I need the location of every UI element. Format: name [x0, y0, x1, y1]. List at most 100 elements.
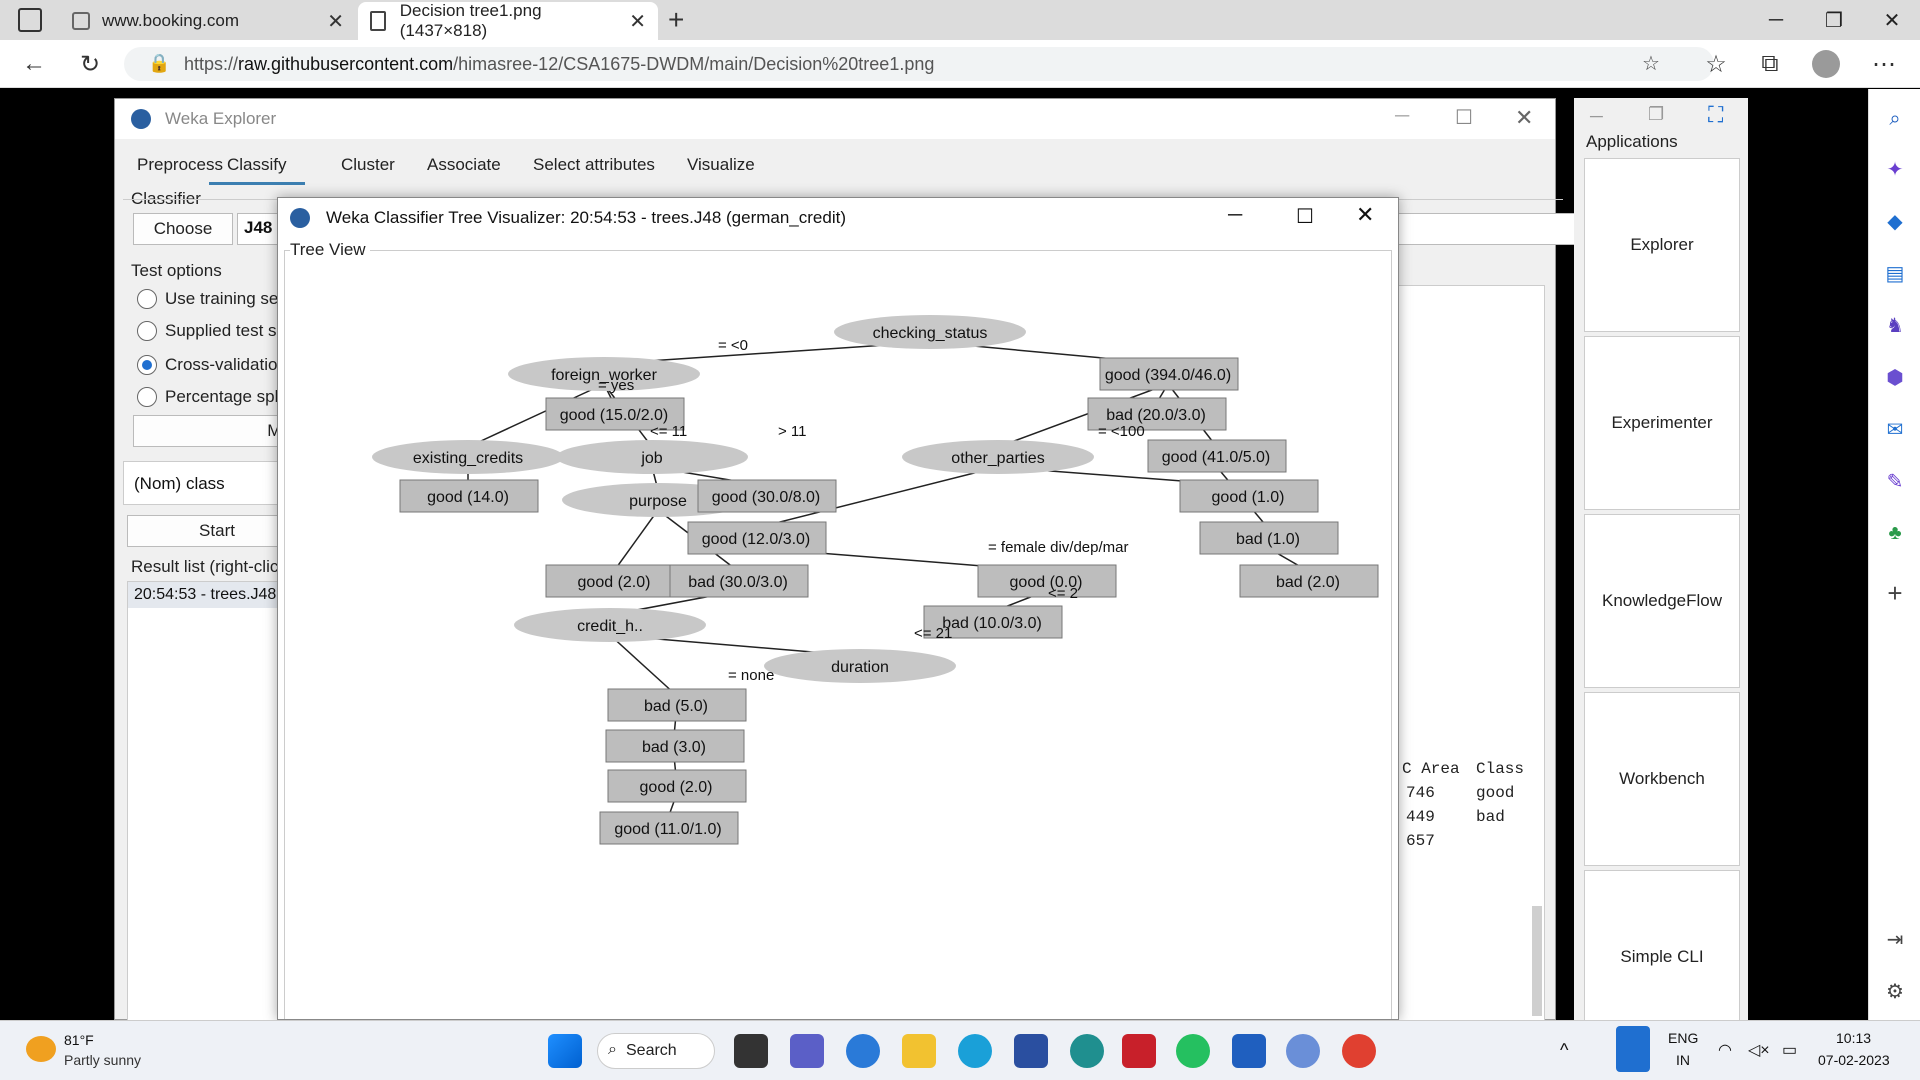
output-scrollbar[interactable]: [1532, 906, 1542, 1016]
tab-select-attributes[interactable]: Select attributes: [533, 155, 655, 185]
office-icon[interactable]: ⬢: [1880, 362, 1910, 392]
word-icon[interactable]: [1232, 1034, 1266, 1068]
workbench-button[interactable]: Workbench: [1584, 692, 1740, 866]
browser-tab-decision-tree[interactable]: Decision tree1.png (1437×818) ✕: [358, 1, 658, 40]
search-icon[interactable]: ⌕: [1880, 104, 1910, 134]
chevron-up-icon[interactable]: ^: [1560, 1040, 1568, 1061]
taskbar-search[interactable]: ⌕ Search: [597, 1033, 715, 1069]
tree-node-leaf[interactable]: good (12.0/3.0): [687, 521, 827, 555]
tree-node-leaf[interactable]: good (41.0/5.0): [1147, 439, 1287, 473]
start-icon[interactable]: [548, 1034, 582, 1068]
teams-icon[interactable]: [790, 1034, 824, 1068]
focus-icon[interactable]: ⛶: [1708, 102, 1723, 128]
tree-node-leaf[interactable]: bad (2.0): [1239, 564, 1379, 598]
profile-avatar[interactable]: [1812, 50, 1840, 78]
tree-node-leaf[interactable]: good (0.0): [977, 564, 1117, 598]
task-view-icon[interactable]: [734, 1034, 768, 1068]
close-tab-icon[interactable]: ✕: [327, 9, 344, 34]
radio-training-set[interactable]: [137, 289, 157, 309]
file-explorer-icon[interactable]: [902, 1034, 936, 1068]
edge-icon[interactable]: [958, 1034, 992, 1068]
mcafee-icon[interactable]: [1122, 1034, 1156, 1068]
explorer-button[interactable]: Explorer: [1584, 158, 1740, 332]
copilot-icon[interactable]: ✦: [1880, 154, 1910, 184]
tab-associate[interactable]: Associate: [427, 155, 501, 185]
choose-button[interactable]: Choose: [133, 213, 233, 245]
radio-percentage-split[interactable]: [137, 387, 157, 407]
close-window-icon[interactable]: ✕: [1864, 0, 1920, 40]
wifi-icon[interactable]: ◠: [1718, 1040, 1732, 1060]
tree-icon[interactable]: ♣: [1880, 518, 1910, 548]
close-icon[interactable]: ✕: [1515, 105, 1533, 131]
chrome-icon[interactable]: [1342, 1034, 1376, 1068]
designer-icon[interactable]: ✎: [1880, 466, 1910, 496]
class-select[interactable]: (Nom) class: [123, 461, 303, 505]
tree-node-leaf[interactable]: bad (1.0): [1199, 521, 1339, 555]
tab-cluster[interactable]: Cluster: [341, 155, 395, 185]
restore-icon[interactable]: ❐: [1648, 104, 1664, 125]
add-icon[interactable]: +: [1880, 578, 1910, 608]
experimenter-button[interactable]: Experimenter: [1584, 336, 1740, 510]
clock-time[interactable]: 10:13: [1836, 1030, 1871, 1046]
more-menu-icon[interactable]: ⋯: [1866, 48, 1902, 80]
tree-node-leaf[interactable]: bad (5.0): [607, 688, 747, 722]
language-bottom[interactable]: IN: [1676, 1052, 1690, 1068]
outlook-icon[interactable]: ✉: [1880, 414, 1910, 444]
restore-icon[interactable]: ❐: [1806, 0, 1862, 40]
copilot-taskbar-icon[interactable]: [846, 1034, 880, 1068]
knowledgeflow-button[interactable]: KnowledgeFlow: [1584, 514, 1740, 688]
tree-node-leaf[interactable]: bad (3.0): [605, 729, 745, 763]
tree-node-leaf[interactable]: good (11.0/1.0): [599, 811, 739, 845]
clock-date[interactable]: 07-02-2023: [1818, 1052, 1890, 1068]
refresh-icon[interactable]: ↻: [72, 48, 108, 80]
tab-visualize[interactable]: Visualize: [687, 155, 755, 185]
r-icon[interactable]: [1286, 1034, 1320, 1068]
whatsapp-icon[interactable]: [1176, 1034, 1210, 1068]
collections-icon[interactable]: ⧉: [1752, 48, 1788, 80]
maximize-icon[interactable]: ☐: [1296, 204, 1314, 229]
tree-node-attribute[interactable]: existing_credits: [372, 440, 564, 474]
tree-node-attribute[interactable]: job: [556, 440, 748, 474]
close-tab-icon[interactable]: ✕: [629, 9, 646, 34]
tree-node-leaf[interactable]: bad (30.0/3.0): [669, 564, 809, 598]
minimize-icon[interactable]: ─: [1590, 106, 1603, 127]
tab-actions-icon[interactable]: [18, 8, 42, 32]
radio-supplied-test-set[interactable]: [137, 321, 157, 341]
tree-node-leaf[interactable]: good (1.0): [1179, 479, 1319, 513]
tree-node-leaf[interactable]: good (394.0/46.0): [1099, 357, 1239, 391]
app-icon[interactable]: [1070, 1034, 1104, 1068]
add-favorite-icon[interactable]: ☆: [1642, 51, 1660, 76]
back-arrow-icon[interactable]: ←: [16, 48, 52, 80]
close-icon[interactable]: ✕: [1356, 202, 1374, 228]
games-icon[interactable]: ♞: [1880, 310, 1910, 340]
tree-node-attribute[interactable]: duration: [764, 649, 956, 683]
decision-tree-canvas[interactable]: checking_statusforeign_workergood (15.0/…: [278, 238, 1398, 1020]
tree-node-leaf[interactable]: good (2.0): [607, 769, 747, 803]
language-top[interactable]: ENG: [1668, 1030, 1698, 1046]
tree-node-attribute[interactable]: other_parties: [902, 440, 1094, 474]
tree-node-leaf[interactable]: good (2.0): [545, 564, 685, 598]
tools-icon[interactable]: ▤: [1880, 258, 1910, 288]
simple-cli-button[interactable]: Simple CLI: [1584, 870, 1740, 1044]
microphone-icon[interactable]: [1616, 1026, 1650, 1072]
shopping-icon[interactable]: ◆: [1880, 206, 1910, 236]
sidebar-toggle-icon[interactable]: ⇥: [1880, 924, 1910, 954]
url-field[interactable]: 🔒 https://raw.githubusercontent.com/hima…: [124, 47, 1714, 81]
maximize-icon[interactable]: ☐: [1455, 105, 1473, 130]
radio-cross-validation[interactable]: [137, 355, 157, 375]
volume-muted-icon[interactable]: ◁×: [1748, 1040, 1770, 1060]
new-tab-icon[interactable]: +: [668, 4, 684, 36]
settings-icon[interactable]: ⚙: [1880, 976, 1910, 1006]
minimize-icon[interactable]: ─: [1748, 0, 1804, 40]
store-icon[interactable]: [1014, 1034, 1048, 1068]
minimize-icon[interactable]: ─: [1395, 105, 1409, 128]
favorites-icon[interactable]: ☆: [1698, 48, 1734, 80]
minimize-icon[interactable]: ─: [1228, 204, 1242, 227]
battery-icon[interactable]: ▭: [1782, 1040, 1797, 1060]
tree-node-leaf[interactable]: good (30.0/8.0): [697, 479, 837, 513]
tree-node-attribute[interactable]: checking_status: [834, 315, 1026, 349]
browser-tab-booking[interactable]: www.booking.com ✕: [60, 2, 356, 40]
tree-node-leaf[interactable]: good (14.0): [399, 479, 539, 513]
tab-classify[interactable]: Classify: [209, 155, 305, 185]
tree-node-attribute[interactable]: credit_h..: [514, 608, 706, 642]
